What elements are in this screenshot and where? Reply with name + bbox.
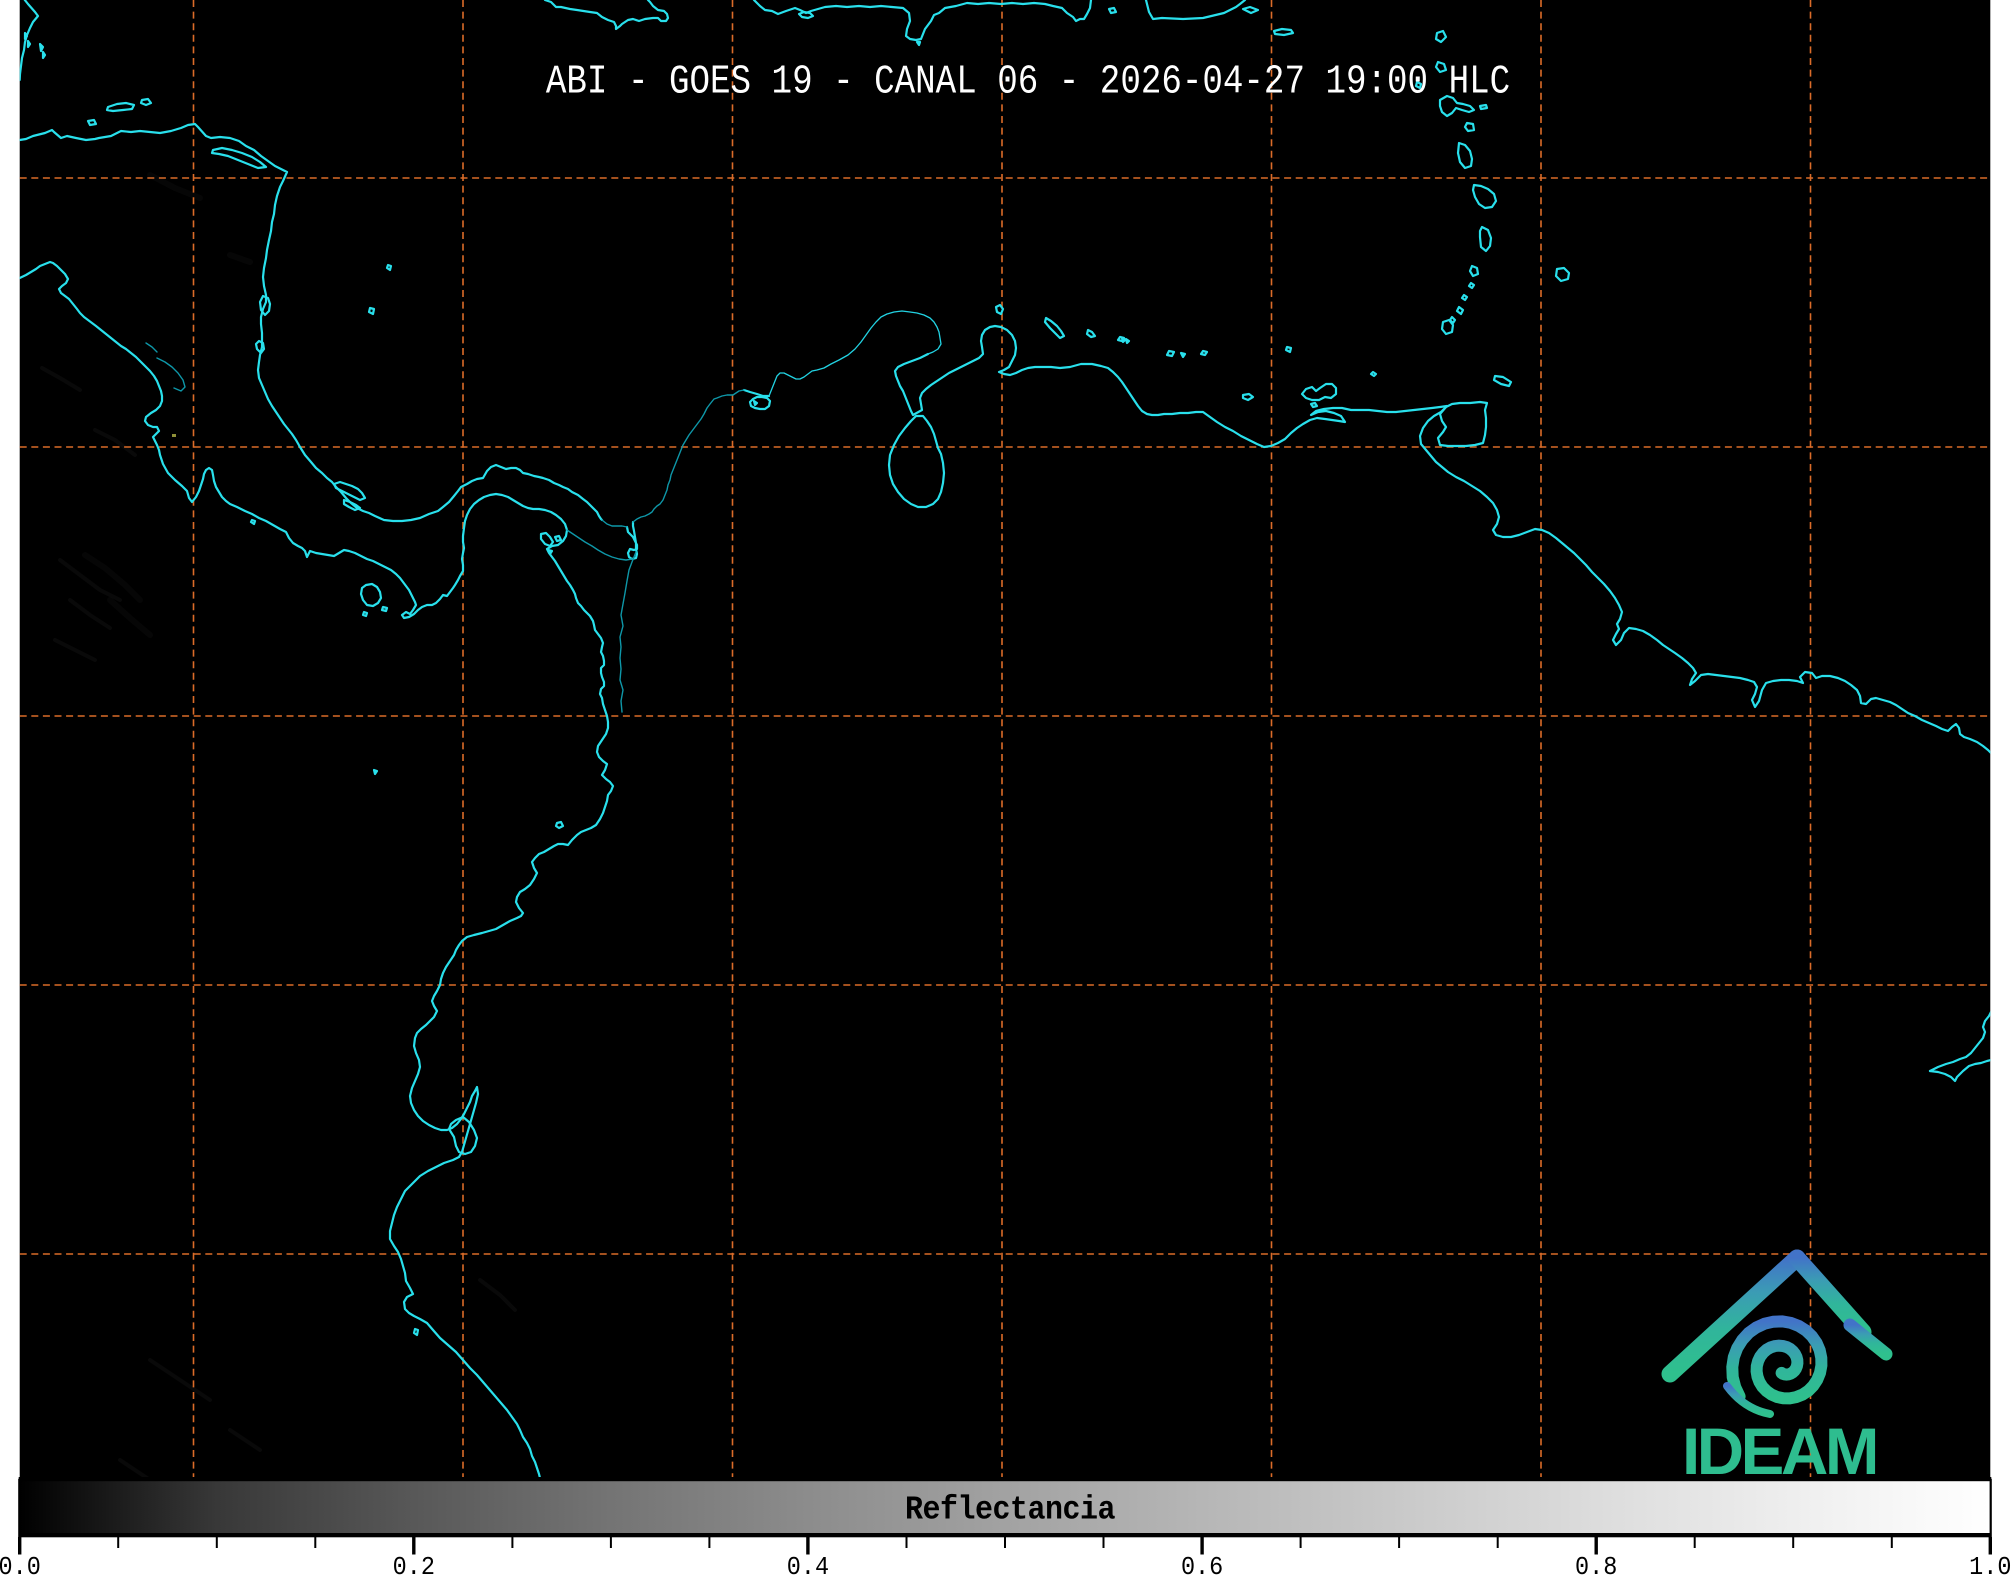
svg-text:0.8: 0.8 [1575,1553,1617,1577]
svg-text:ABI - GOES 19 - CANAL 06 - 202: ABI - GOES 19 - CANAL 06 - 2026-04-27 19… [546,60,1510,105]
svg-text:1.0: 1.0 [1969,1553,2011,1577]
svg-text:0.6: 0.6 [1181,1553,1223,1577]
svg-text:Reflectancia: Reflectancia [905,1490,1115,1529]
svg-text:0.4: 0.4 [787,1553,829,1577]
svg-text:0.2: 0.2 [393,1553,435,1577]
svg-text:0.0: 0.0 [0,1553,41,1577]
